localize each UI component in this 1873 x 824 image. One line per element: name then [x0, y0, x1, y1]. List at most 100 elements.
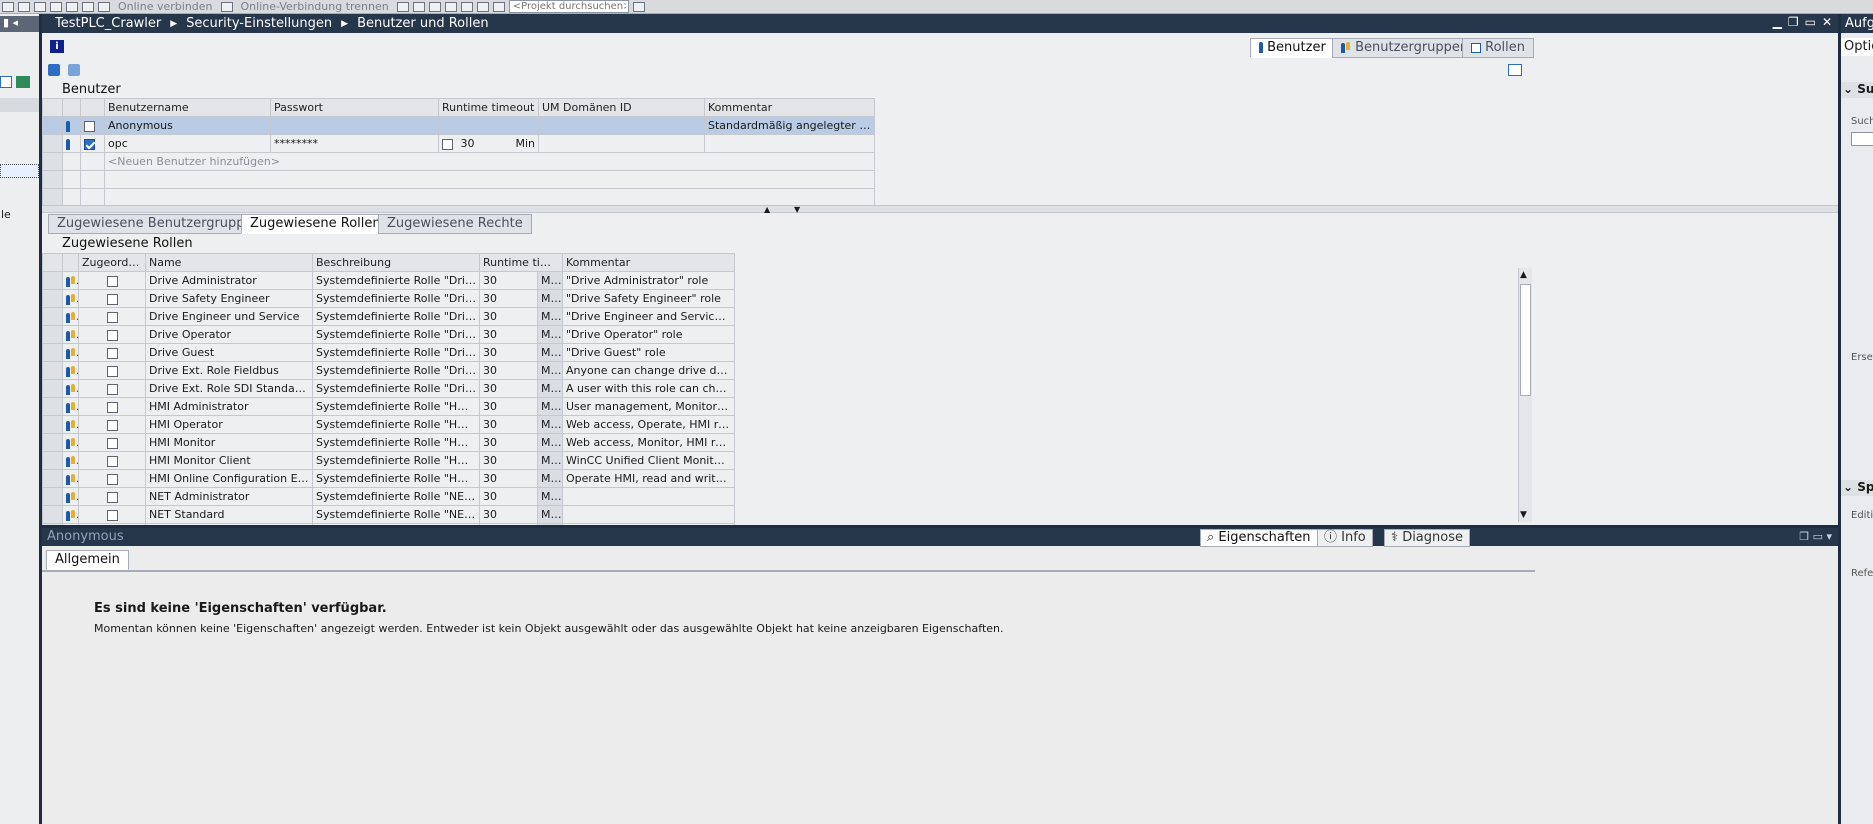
- tree-export-icon[interactable]: [16, 76, 30, 88]
- role-assign-checkbox[interactable]: [106, 311, 118, 323]
- role-comment[interactable]: [562, 505, 735, 524]
- role-comment[interactable]: User management, Monitor, Oper...: [562, 397, 735, 416]
- role-name[interactable]: Drive Administrator: [145, 271, 313, 290]
- role-name[interactable]: HMI Operator: [145, 415, 313, 434]
- role-assign-checkbox[interactable]: [106, 401, 118, 413]
- role-assign-checkbox[interactable]: [106, 473, 118, 485]
- task-section-search[interactable]: ⌄ Su: [1841, 82, 1873, 98]
- role-comment[interactable]: "Drive Engineer and Service" role: [562, 307, 735, 326]
- user-checkbox[interactable]: [84, 120, 95, 132]
- tab-zugewiesene-benutzergruppen[interactable]: Zugewiesene Benutzergruppen: [48, 214, 270, 234]
- restore-icon[interactable]: ❐: [1788, 15, 1799, 29]
- tab-allgemein[interactable]: Allgemein: [46, 550, 129, 570]
- table-row[interactable]: Drive Ext. Role Fieldbus Systemdefinierte…: [42, 361, 735, 380]
- role-name[interactable]: Drive Ext. Role Fieldbus: [145, 361, 313, 380]
- role-name[interactable]: HMI Monitor Client: [145, 451, 313, 470]
- role-assign-checkbox[interactable]: [106, 347, 118, 359]
- user-comment[interactable]: [704, 134, 875, 153]
- role-assign-checkbox[interactable]: [106, 329, 118, 341]
- add-user-placeholder[interactable]: <Neuen Benutzer hinzufügen>: [104, 152, 875, 171]
- role-assign-checkbox[interactable]: [106, 455, 118, 467]
- role-name[interactable]: NET Administrator: [145, 487, 313, 506]
- tab-zugewiesene-rollen[interactable]: Zugewiesene Rollen: [241, 214, 390, 234]
- user-timeout[interactable]: 30 Min: [438, 134, 539, 153]
- table-row[interactable]: HMI Administrator Systemdefinierte Rolle …: [42, 397, 735, 416]
- role-timeout[interactable]: 30: [479, 271, 538, 290]
- role-comment[interactable]: "Drive Safety Engineer" role: [562, 289, 735, 308]
- role-description[interactable]: Systemdefinierte Rolle "HMI Monit...: [312, 433, 480, 452]
- role-comment[interactable]: WinCC Unified Client Monitor - limi...: [562, 451, 735, 470]
- split-vertical-icon[interactable]: [460, 1, 473, 12]
- tab-benutzergruppen[interactable]: Benutzergruppen: [1332, 38, 1478, 58]
- user-name[interactable]: Anonymous: [104, 116, 271, 135]
- col-runtime-timeout[interactable]: Runtime timeout: [438, 98, 539, 117]
- refresh-icon[interactable]: [68, 64, 80, 76]
- cross-reference-icon[interactable]: [412, 1, 425, 12]
- timeout-checkbox[interactable]: [442, 138, 453, 150]
- role-assign-checkbox[interactable]: [106, 491, 118, 503]
- role-name[interactable]: HMI Online Configuration Engineer: [145, 469, 313, 488]
- role-name[interactable]: Drive Ext. Role SDI Standard/Adv: [145, 379, 313, 398]
- splitter-down-icon[interactable]: ▼: [794, 205, 800, 214]
- role-assign-checkbox[interactable]: [106, 293, 118, 305]
- table-row[interactable]: Anonymous Standardmäßig angelegter Benut…: [42, 116, 875, 135]
- role-comment[interactable]: Web access, Operate, HMI read an...: [562, 415, 735, 434]
- task-section-languages[interactable]: ⌄ Sp: [1841, 480, 1873, 496]
- online-connect-button[interactable]: Online verbinden: [118, 0, 213, 13]
- accessible-devices-icon[interactable]: [396, 1, 409, 12]
- role-description[interactable]: Systemdefinierte Rolle "Drive Adm...: [312, 271, 480, 290]
- role-timeout[interactable]: 30: [479, 433, 538, 452]
- online-disconnect-icon[interactable]: [220, 1, 233, 12]
- user-comment[interactable]: Standardmäßig angelegter Benut...: [704, 116, 875, 135]
- delete-icon[interactable]: [492, 1, 505, 12]
- maximize-icon[interactable]: ▭: [1805, 15, 1816, 29]
- table-row[interactable]: Drive Administrator Systemdefinierte Roll…: [42, 271, 735, 290]
- tab-zugewiesene-rechte[interactable]: Zugewiesene Rechte: [378, 214, 532, 234]
- table-row[interactable]: <Neuen Benutzer hinzufügen>: [42, 152, 875, 171]
- table-row[interactable]: NET Administrator Systemdefinierte Rolle …: [42, 487, 735, 506]
- user-password[interactable]: [270, 116, 439, 135]
- col-benutzername[interactable]: Benutzername: [104, 98, 271, 117]
- splitter-up-icon[interactable]: ▲: [764, 205, 770, 214]
- table-row[interactable]: HMI Monitor Client Systemdefinierte Rolle…: [42, 451, 735, 470]
- table-row[interactable]: Drive Safety Engineer Systemdefinierte Ro…: [42, 289, 735, 308]
- role-timeout[interactable]: 30: [479, 289, 538, 308]
- search-go-icon[interactable]: [632, 1, 645, 12]
- col-beschreibung[interactable]: Beschreibung: [312, 253, 480, 272]
- role-comment[interactable]: Web access, Monitor, HMI read ac...: [562, 433, 735, 452]
- settings-icon[interactable]: [48, 64, 60, 76]
- user-domain[interactable]: [538, 134, 705, 153]
- col-name[interactable]: Name: [145, 253, 313, 272]
- online-connect-icon[interactable]: [98, 1, 110, 12]
- role-comment[interactable]: Operate HMI, read and write acce...: [562, 469, 735, 488]
- role-description[interactable]: Systemdefinierte Rolle "Drive Safe...: [312, 289, 480, 308]
- close-all-icon[interactable]: [476, 1, 489, 12]
- role-description[interactable]: Systemdefinierte Rolle "NET Stand...: [312, 505, 480, 524]
- redo-icon[interactable]: [18, 1, 30, 12]
- role-name[interactable]: Drive Operator: [145, 325, 313, 344]
- role-assign-checkbox[interactable]: [106, 437, 118, 449]
- role-name[interactable]: Drive Safety Engineer: [145, 289, 313, 308]
- scroll-down-icon[interactable]: ▼: [1520, 510, 1527, 520]
- tree-view-icon[interactable]: [0, 76, 12, 88]
- tab-info[interactable]: ⓘ Info: [1317, 529, 1373, 547]
- role-comment[interactable]: [562, 487, 735, 506]
- tab-diagnose[interactable]: ⚕ Diagnose: [1384, 529, 1470, 547]
- role-comment[interactable]: "Drive Guest" role: [562, 343, 735, 362]
- role-description[interactable]: Systemdefinierte Rolle "NET Admi...: [312, 487, 480, 506]
- tree-row[interactable]: [0, 98, 39, 112]
- table-row[interactable]: HMI Online Configuration EngineerSystemd…: [42, 469, 735, 488]
- tools-icon[interactable]: [428, 1, 441, 12]
- role-name[interactable]: Drive Engineer und Service: [145, 307, 313, 326]
- role-timeout[interactable]: 30: [479, 469, 538, 488]
- info-icon[interactable]: i: [50, 40, 64, 53]
- role-comment[interactable]: "Drive Operator" role: [562, 325, 735, 344]
- table-row[interactable]: Drive Guest Systemdefinierte Rolle "Drive…: [42, 343, 735, 362]
- role-assign-checkbox[interactable]: [106, 383, 118, 395]
- inspector-window-controls[interactable]: ❐ ▭ ▾: [1799, 530, 1832, 543]
- roles-scrollbar[interactable]: ▲ ▼: [1518, 268, 1532, 522]
- tab-benutzer[interactable]: Benutzer: [1250, 38, 1335, 58]
- online-disconnect-button[interactable]: Online-Verbindung trennen: [241, 0, 389, 13]
- role-timeout[interactable]: 30: [479, 487, 538, 506]
- tab-eigenschaften[interactable]: ⌕ Eigenschaften: [1200, 529, 1318, 547]
